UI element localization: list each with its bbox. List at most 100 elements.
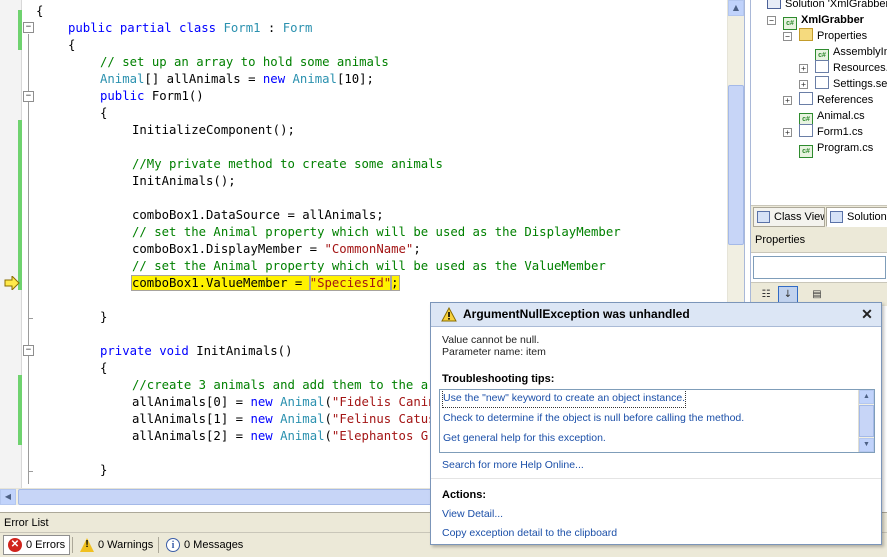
collapse-region-icon[interactable]: − bbox=[23, 91, 34, 102]
troubleshooting-tips-list[interactable]: Use the "new" keyword to create an objec… bbox=[439, 389, 875, 453]
exception-parameter-line: Parameter name: item bbox=[442, 346, 546, 358]
code-line[interactable]: public Form1() bbox=[100, 88, 204, 105]
references-icon bbox=[799, 92, 813, 105]
expand-icon[interactable]: + bbox=[799, 64, 808, 73]
code-token: ( bbox=[324, 395, 332, 409]
tree-item-content: c# Animal.cs bbox=[799, 110, 865, 126]
code-line[interactable]: comboBox1.DataSource = allAnimals; bbox=[132, 207, 384, 224]
scroll-thumb[interactable] bbox=[859, 405, 874, 437]
code-line[interactable]: private void InitAnimals() bbox=[100, 343, 293, 360]
tab-solution-explorer[interactable]: Solution Explorer bbox=[826, 207, 887, 227]
tip-link-general-help[interactable]: Get general help for this exception. bbox=[443, 430, 606, 447]
tree-item-content: Settings.settings bbox=[815, 76, 887, 90]
collapse-icon[interactable]: − bbox=[783, 32, 792, 41]
code-token: [10]; bbox=[336, 72, 374, 86]
messages-filter-button[interactable]: i 0 Messages bbox=[161, 535, 248, 555]
search-help-online-link[interactable]: Search for more Help Online... bbox=[442, 459, 584, 471]
tab-class-view[interactable]: Class View bbox=[753, 207, 825, 227]
code-line[interactable]: InitializeComponent(); bbox=[132, 122, 295, 139]
code-token: ; bbox=[390, 275, 400, 291]
code-token: "Felinus Catus" bbox=[331, 412, 443, 426]
solution-explorer-icon bbox=[830, 211, 843, 223]
solution-tree-item[interactable]: + Settings.settings bbox=[799, 76, 887, 92]
code-token: } bbox=[100, 310, 108, 324]
solution-tree-item[interactable]: c# Program.cs bbox=[785, 140, 873, 158]
solution-icon bbox=[767, 0, 781, 9]
close-icon[interactable]: ✕ bbox=[860, 306, 874, 322]
tree-item-content: References bbox=[799, 92, 874, 106]
solution-tree-item[interactable]: c# Animal.cs bbox=[785, 108, 865, 126]
code-token: // set the Animal property which will be… bbox=[132, 225, 621, 239]
code-line[interactable]: // set up an array to hold some animals bbox=[100, 54, 389, 71]
code-line[interactable]: } bbox=[100, 462, 107, 479]
exception-message-line: Value cannot be null. bbox=[442, 334, 540, 346]
solution-tree-item[interactable]: + Form1.cs bbox=[783, 124, 863, 140]
errors-filter-button[interactable]: ✕ 0 Errors bbox=[3, 535, 71, 555]
code-token: Form1() bbox=[151, 89, 204, 103]
actions-label: Actions: bbox=[442, 489, 486, 501]
solution-tree-item[interactable]: c#AssemblyInfo.cs bbox=[801, 44, 887, 62]
exception-title-bar: ArgumentNullException was unhandled ✕ bbox=[431, 303, 881, 327]
properties-object-selector[interactable] bbox=[753, 256, 886, 279]
code-line[interactable]: { bbox=[100, 360, 107, 377]
expand-icon[interactable]: + bbox=[799, 80, 808, 89]
code-line[interactable]: public partial class Form1 : Form bbox=[68, 20, 312, 37]
collapse-region-icon[interactable]: − bbox=[23, 345, 34, 356]
code-line[interactable]: //create 3 animals and add them to the a… bbox=[132, 377, 458, 394]
resource-icon bbox=[815, 60, 829, 73]
code-token: allAnimals[1] = bbox=[132, 412, 251, 426]
tree-item-label: Form1.cs bbox=[817, 126, 863, 138]
scroll-up-icon[interactable]: ▲ bbox=[859, 390, 874, 404]
tree-item-content: c# Program.cs bbox=[799, 142, 873, 158]
code-line[interactable]: { bbox=[68, 37, 75, 54]
solution-tree-item[interactable]: Solution 'XmlGrabber' (1 project) bbox=[753, 0, 887, 12]
code-line[interactable]: Animal[] allAnimals = new Animal[10]; bbox=[100, 71, 374, 88]
warnings-filter-button[interactable]: ! 0 Warnings bbox=[75, 535, 158, 555]
code-line[interactable]: { bbox=[36, 3, 43, 20]
outline-tick bbox=[28, 318, 33, 319]
tree-item-label: Animal.cs bbox=[817, 110, 865, 122]
code-token: new bbox=[250, 412, 281, 426]
code-line[interactable]: // set the Animal property which will be… bbox=[132, 224, 621, 241]
code-token: InitializeComponent(); bbox=[132, 123, 295, 137]
collapse-icon[interactable]: − bbox=[767, 16, 776, 25]
code-line[interactable]: // set the Animal property which will be… bbox=[132, 258, 606, 275]
view-detail-link[interactable]: View Detail... bbox=[442, 508, 503, 520]
code-token: //My private method to create some anima… bbox=[132, 157, 443, 171]
tree-item-label: References bbox=[817, 94, 874, 106]
scroll-thumb[interactable] bbox=[728, 85, 744, 245]
exception-title: ArgumentNullException was unhandled bbox=[463, 307, 690, 321]
code-line[interactable]: comboBox1.ValueMember = "SpeciesId"; bbox=[131, 275, 400, 292]
code-token: } bbox=[100, 463, 108, 477]
tip-link-new-keyword[interactable]: Use the "new" keyword to create an objec… bbox=[441, 390, 687, 408]
code-line[interactable]: } bbox=[100, 309, 107, 326]
tree-item-label: Resources.resx bbox=[833, 62, 887, 74]
tip-link-check-null[interactable]: Check to determine if the object is null… bbox=[443, 410, 744, 427]
solution-tree-item[interactable]: − Properties bbox=[783, 28, 867, 44]
tips-scrollbar[interactable]: ▲ ▼ bbox=[858, 390, 874, 452]
copy-exception-detail-link[interactable]: Copy exception detail to the clipboard bbox=[442, 527, 617, 539]
solution-tree-item[interactable]: + Resources.resx bbox=[799, 60, 887, 76]
code-line[interactable]: //My private method to create some anima… bbox=[132, 156, 443, 173]
expand-icon[interactable]: + bbox=[783, 128, 792, 137]
code-token: : bbox=[260, 21, 283, 35]
code-line[interactable]: comboBox1.DisplayMember = "CommonName"; bbox=[132, 241, 421, 258]
scroll-up-icon[interactable]: ▲ bbox=[728, 0, 744, 16]
code-token: comboBox1.DisplayMember = bbox=[132, 242, 325, 256]
scroll-left-icon[interactable]: ◀ bbox=[0, 489, 16, 505]
code-line[interactable]: InitAnimals(); bbox=[132, 173, 236, 190]
expand-icon[interactable]: + bbox=[783, 96, 792, 105]
editor-gutter[interactable] bbox=[0, 0, 22, 490]
collapse-region-icon[interactable]: − bbox=[23, 22, 34, 33]
tree-item-label: Solution 'XmlGrabber' (1 project) bbox=[785, 0, 887, 10]
code-token: ( bbox=[324, 429, 332, 443]
solution-explorer-tree[interactable]: Solution 'XmlGrabber' (1 project) −c#XmlG… bbox=[751, 0, 887, 205]
settings-icon bbox=[815, 76, 829, 89]
code-line[interactable]: { bbox=[100, 105, 107, 122]
pane-tabs: Class View Solution Explorer bbox=[751, 205, 887, 229]
solution-tree-item[interactable]: + References bbox=[783, 92, 874, 108]
solution-tree-item[interactable]: − c# XmlGrabber bbox=[767, 12, 864, 30]
tree-item-content: c#AssemblyInfo.cs bbox=[815, 46, 887, 62]
scroll-down-icon[interactable]: ▼ bbox=[859, 438, 874, 452]
tree-item-label: AssemblyInfo.cs bbox=[833, 46, 887, 58]
